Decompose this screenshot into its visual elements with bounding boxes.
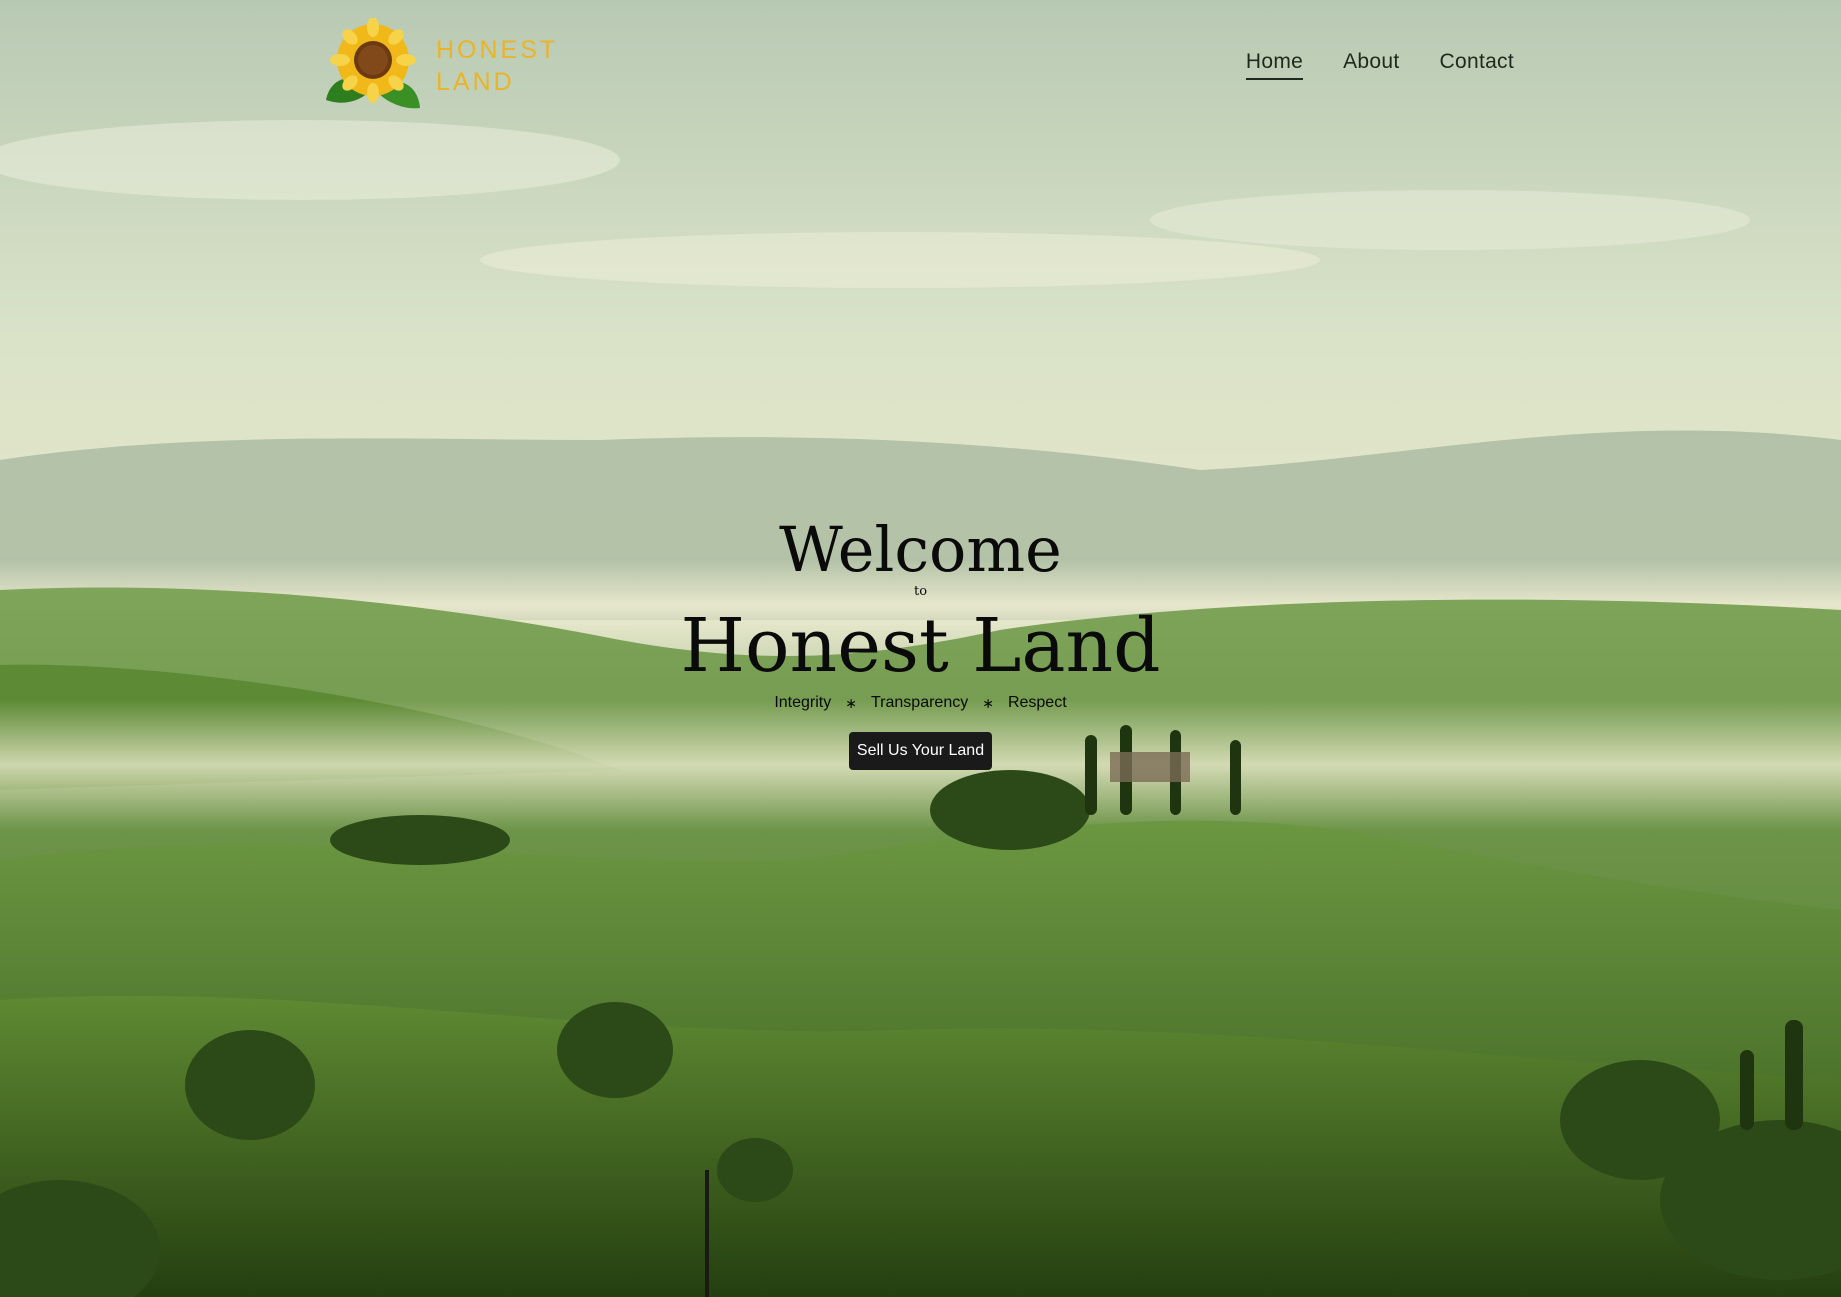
hero-to-text: to <box>913 584 928 599</box>
hero-title: Honest Land <box>680 603 1161 689</box>
values-list: Integrity ∗ Transparency ∗ Respect <box>0 694 1841 712</box>
nav-home-link[interactable]: Home <box>1245 50 1304 80</box>
value-transparency: Transparency <box>870 694 969 711</box>
site-header: HONEST LAND Home About Contact <box>0 0 1841 120</box>
sunflower-icon <box>326 18 420 109</box>
sell-land-button[interactable]: Sell Us Your Land <box>848 732 993 770</box>
brand-logo-link[interactable]: HONEST LAND <box>322 18 558 114</box>
hero-section: Welcome to Honest Land Integrity ∗ Trans… <box>0 510 1841 770</box>
value-respect: Respect <box>1007 694 1067 711</box>
main-nav: Home About Contact <box>1245 50 1514 80</box>
value-separator: ∗ <box>845 694 857 711</box>
nav-about-link[interactable]: About <box>1343 50 1399 80</box>
brand-name-line2: LAND <box>436 68 515 96</box>
brand-name-line1: HONEST <box>436 36 559 64</box>
hero-welcome-text: Welcome <box>779 513 1062 586</box>
brand-name: HONEST LAND <box>436 34 558 98</box>
nav-contact-link[interactable]: Contact <box>1440 50 1514 80</box>
value-separator: ∗ <box>982 694 994 711</box>
value-integrity: Integrity <box>774 694 832 711</box>
